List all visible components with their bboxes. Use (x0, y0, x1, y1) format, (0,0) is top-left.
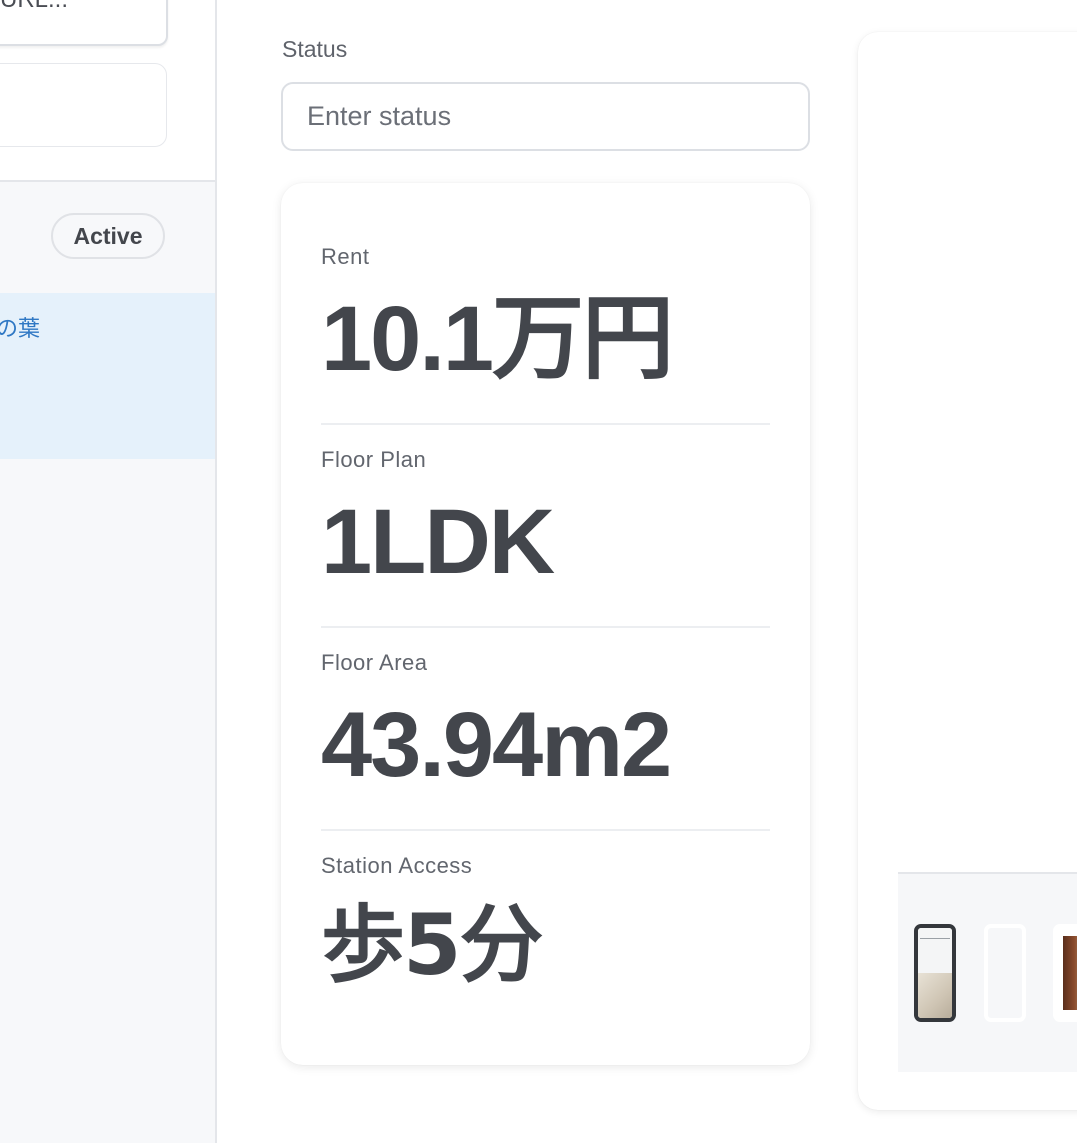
thumbnail-strip (898, 872, 1077, 1072)
stat-value: 1LDK (321, 491, 555, 593)
sidebar: URL... Active の葉 (0, 0, 217, 1143)
url-input-text: URL... (0, 0, 68, 12)
thumbnail-selected[interactable] (914, 924, 956, 1022)
stat-value: 10.1万円 (321, 288, 674, 390)
stat-label: Floor Plan (321, 447, 427, 472)
stat-station-access: Station Access 歩5分 (321, 853, 770, 994)
list-item-selected[interactable]: の葉 (0, 293, 215, 459)
stat-label: Station Access (321, 853, 473, 878)
divider (321, 423, 770, 425)
thumbnail[interactable] (984, 924, 1026, 1022)
stat-label: Floor Area (321, 650, 428, 675)
url-input[interactable]: URL... (0, 0, 168, 46)
divider (321, 829, 770, 831)
stat-floor-area: Floor Area 43.94m2 (321, 650, 770, 796)
thumbnail[interactable] (1053, 924, 1077, 1022)
divider (321, 626, 770, 628)
stat-value: 43.94m2 (321, 694, 672, 796)
status-label: Status (282, 36, 348, 62)
sidebar-header: URL... (0, 0, 215, 182)
property-stats-card: Rent 10.1万円 Floor Plan 1LDK Floor Area 4… (281, 183, 810, 1065)
stat-value: 歩5分 (321, 896, 543, 994)
photo-panel (858, 32, 1077, 1110)
list-item-title: の葉 (0, 317, 41, 342)
stat-rent: Rent 10.1万円 (321, 244, 770, 390)
notes-field[interactable] (0, 63, 167, 147)
stat-label: Rent (321, 244, 370, 269)
stat-floor-plan: Floor Plan 1LDK (321, 447, 770, 593)
status-badge[interactable]: Active (51, 213, 165, 259)
status-input[interactable] (281, 82, 810, 151)
